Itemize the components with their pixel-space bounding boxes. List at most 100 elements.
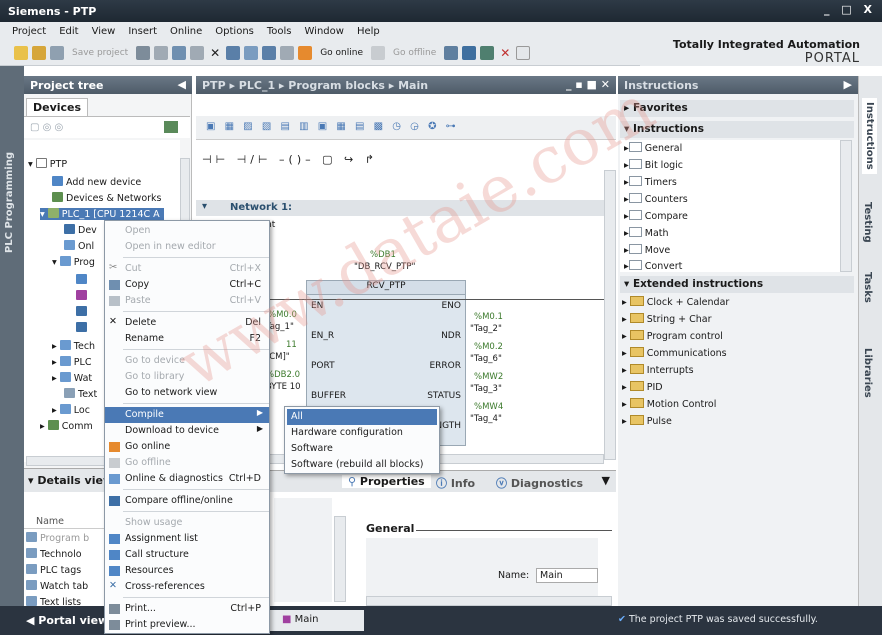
menu-item-cross-references[interactable]: ✕ Cross-references <box>105 579 269 595</box>
tree-block-4[interactable] <box>76 322 90 334</box>
operand-length-address[interactable]: %MW4 <box>474 402 503 412</box>
menu-view[interactable]: View <box>92 26 116 37</box>
tree-node-plc1[interactable]: ▾ PLC_1 [CPU 1214C A <box>40 208 164 220</box>
menu-options[interactable]: Options <box>215 26 254 37</box>
details-row[interactable]: Watch tab <box>26 580 88 592</box>
simulation-icon[interactable] <box>280 45 295 60</box>
tree-node-online-diag[interactable]: Onl <box>64 240 94 252</box>
ext-communications[interactable]: ▸ Communications <box>622 347 727 359</box>
operand-en-r-address[interactable]: %M0.0 <box>268 310 297 320</box>
menu-item-download[interactable]: Download to device ▶ <box>105 423 269 439</box>
menu-help[interactable]: Help <box>357 26 380 37</box>
plc-programming-label[interactable]: PLC Programming <box>4 152 15 253</box>
instr-move[interactable]: ▸ Move <box>624 244 670 256</box>
window-controls[interactable]: _ □ X <box>824 3 876 16</box>
menu-item-delete[interactable]: ✕ Delete Del <box>105 315 269 331</box>
instr-general[interactable]: ▸ General <box>624 142 682 154</box>
operand-error-address[interactable]: %M0.2 <box>474 342 503 352</box>
menu-window[interactable]: Window <box>305 26 344 37</box>
operand-ndr-address[interactable]: %M0.1 <box>474 312 503 322</box>
compile-software-rebuild-all[interactable]: Software (rebuild all blocks) <box>287 457 437 473</box>
instructions-expand-icon[interactable]: ▶ <box>844 78 852 91</box>
menu-item-online-diagnostics[interactable]: Online & diagnostics Ctrl+D <box>105 471 269 487</box>
tree-node-local-modules[interactable]: ▸ Loc <box>52 404 90 416</box>
go-offline-icon[interactable] <box>371 45 385 60</box>
instr-compare[interactable]: ▸ Compare <box>624 210 688 222</box>
open-project-icon[interactable] <box>32 45 46 60</box>
menu-item-resources[interactable]: Resources <box>105 563 269 579</box>
menu-item-go-to-device[interactable]: Go to device <box>105 353 269 369</box>
tree-tool-icons[interactable]: ▢ ◎ ◎ <box>30 122 63 133</box>
tree-node-common-data[interactable]: ▸ Comm <box>40 420 93 432</box>
copy-icon[interactable] <box>172 45 187 60</box>
menu-edit[interactable]: Edit <box>59 26 78 37</box>
tree-block-3[interactable] <box>76 306 90 318</box>
ext-motion-control[interactable]: ▸ Motion Control <box>622 398 716 410</box>
instr-bit-logic[interactable]: ▸ Bit logic <box>624 159 683 171</box>
menu-item-go-online[interactable]: Go online <box>105 439 269 455</box>
tree-node-plc-tags[interactable]: ▸ PLC <box>52 356 91 368</box>
menu-item-print-preview[interactable]: Print preview... <box>105 617 269 633</box>
tree-node-ptp[interactable]: ▾ PTP <box>28 158 67 170</box>
menu-project[interactable]: Project <box>12 26 46 37</box>
download-icon[interactable] <box>244 45 259 60</box>
tree-node-tech-objects[interactable]: ▸ Tech <box>52 340 95 352</box>
portal-view-button[interactable]: ◀ Portal view <box>26 614 108 627</box>
menu-item-go-to-library[interactable]: Go to library <box>105 369 269 385</box>
properties-horizontal-scrollbar[interactable] <box>366 596 612 606</box>
start-cpu-icon[interactable] <box>462 45 477 60</box>
save-project-button[interactable]: Save project <box>72 48 128 58</box>
ext-pulse[interactable]: ▸ Pulse <box>622 415 672 427</box>
favorites-section[interactable]: ▸ Favorites <box>620 100 854 117</box>
info-tab[interactable]: ⓘ Info <box>436 475 475 491</box>
properties-tab[interactable]: ⚲ Properties <box>342 475 431 488</box>
save-icon[interactable] <box>50 45 64 60</box>
operand-length-tag[interactable]: "Tag_4" <box>470 414 502 424</box>
menu-item-paste[interactable]: Paste Ctrl+V <box>105 293 269 309</box>
editor-breadcrumb[interactable]: PTP ▸ PLC_1 ▸ Program blocks ▸ Main <box>202 79 428 92</box>
operand-error-tag[interactable]: "Tag_6" <box>470 354 502 364</box>
menu-insert[interactable]: Insert <box>128 26 157 37</box>
tree-node-program-blocks[interactable]: ▾ Prog <box>52 256 95 268</box>
tasks-task-tab[interactable]: Tasks <box>862 272 873 303</box>
menu-item-show-usage[interactable]: Show usage <box>105 515 269 531</box>
menu-tools[interactable]: Tools <box>267 26 292 37</box>
editor-vertical-scrollbar[interactable] <box>604 170 616 460</box>
operand-ndr-tag[interactable]: "Tag_2" <box>470 324 502 334</box>
devices-tab[interactable]: Devices <box>26 98 88 116</box>
new-project-icon[interactable] <box>14 45 28 60</box>
compile-all[interactable]: All <box>287 409 437 425</box>
details-row[interactable]: Program b <box>26 532 89 544</box>
instr-math[interactable]: ▸ Math <box>624 227 669 239</box>
editor-tool-icons[interactable]: ▣ ▦ ▨ ▧ ▤ ▥ ▣ ▦ ▤ ▩ ◷ ◶ ✪ ⊶ <box>206 121 459 132</box>
diagnostics-tab[interactable]: ⓥ Diagnostics <box>496 475 583 491</box>
menu-item-copy[interactable]: Copy Ctrl+C <box>105 277 269 293</box>
menu-item-compare[interactable]: Compare offline/online <box>105 493 269 509</box>
instructions-section[interactable]: ▾ Instructions <box>620 121 854 138</box>
go-online-icon[interactable] <box>298 45 313 60</box>
compile-icon[interactable] <box>226 45 241 60</box>
ext-pid[interactable]: ▸ PID <box>622 381 663 393</box>
tree-node-watch-tables[interactable]: ▸ Wat <box>52 372 92 384</box>
libraries-task-tab[interactable]: Libraries <box>862 348 873 398</box>
tree-node-add-device[interactable]: Add new device <box>52 176 141 188</box>
network-1-header[interactable]: ▾ Network 1: <box>196 200 604 216</box>
instr-convert[interactable]: ▸ Convert <box>624 260 682 272</box>
inspector-collapse-icon[interactable]: ▼ <box>602 474 610 487</box>
network-collapse-icon[interactable]: ▾ <box>202 201 207 212</box>
extended-instructions-section[interactable]: ▾ Extended instructions <box>620 276 854 293</box>
menu-item-go-to-network-view[interactable]: Go to network view <box>105 385 269 401</box>
menu-item-call-structure[interactable]: Call structure <box>105 547 269 563</box>
operand-buffer-address[interactable]: %DB2.0 <box>266 370 300 380</box>
paste-icon[interactable] <box>190 45 205 60</box>
tree-block-2[interactable] <box>76 290 90 302</box>
ext-string-char[interactable]: ▸ String + Char <box>622 313 712 325</box>
instr-counters[interactable]: ▸ Counters <box>624 193 688 205</box>
split-editor-icon[interactable] <box>516 45 531 60</box>
compile-software[interactable]: Software <box>287 441 437 457</box>
menu-item-compile[interactable]: Compile ▶ <box>105 407 269 423</box>
editor-window-controls[interactable]: _ ▪ ■ ✕ <box>566 78 610 91</box>
go-offline-button[interactable]: Go offline <box>393 48 436 58</box>
stop-cpu-icon[interactable] <box>480 45 495 60</box>
menu-item-open-new-editor[interactable]: Open in new editor <box>105 239 269 255</box>
